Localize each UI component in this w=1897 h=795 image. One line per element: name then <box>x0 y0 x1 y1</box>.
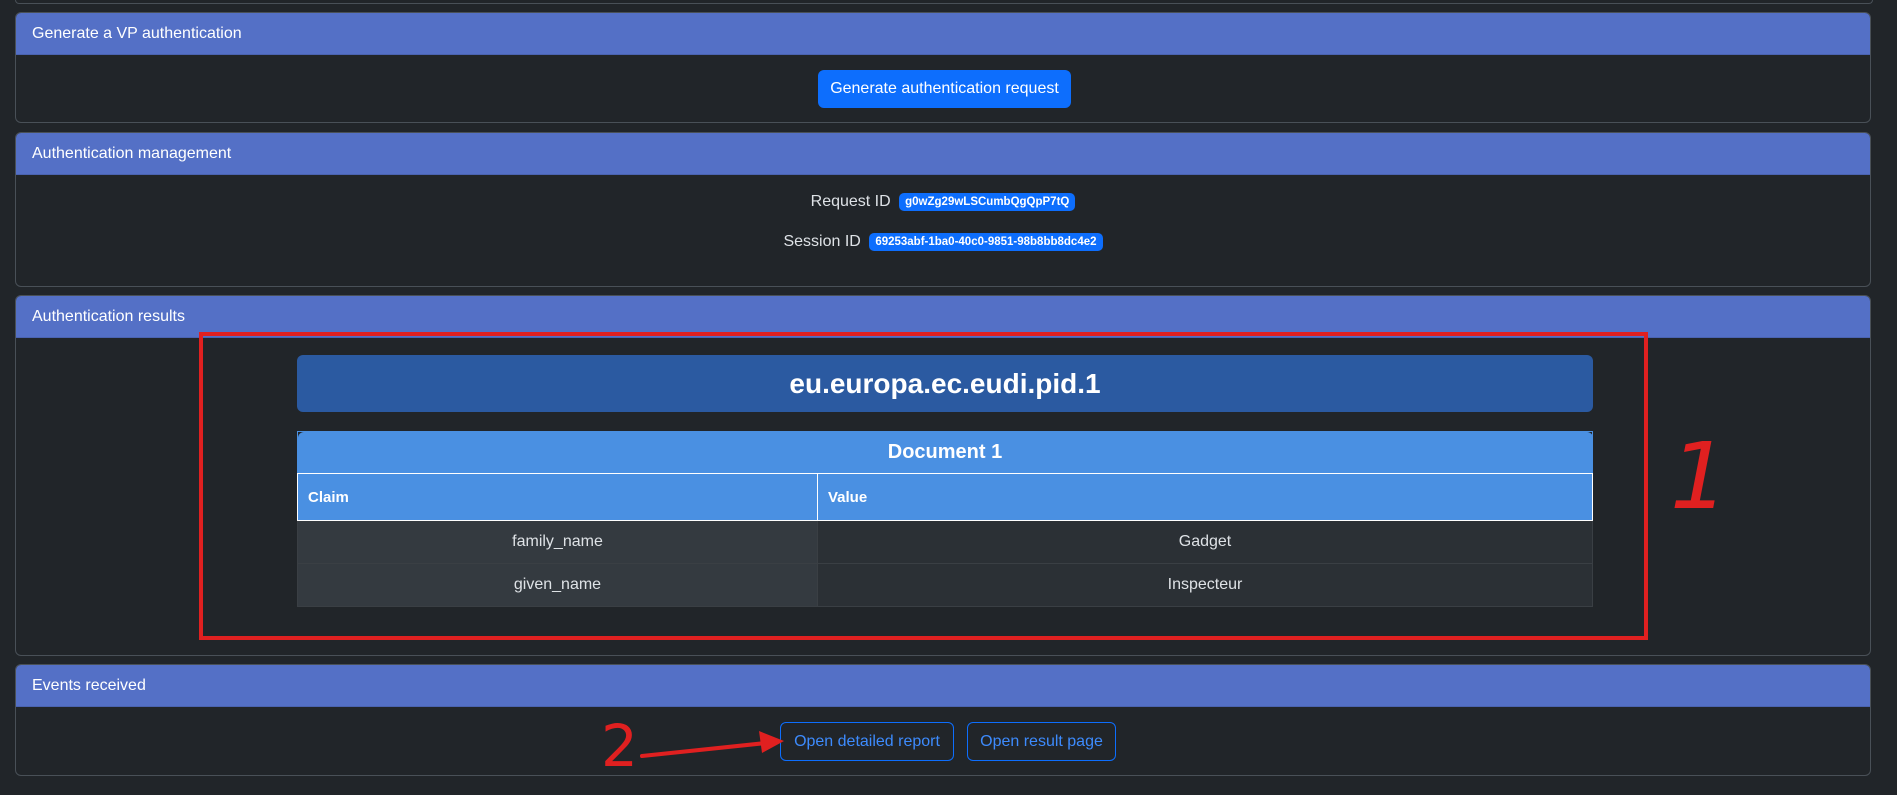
authentication-management-header: Authentication management <box>16 133 1870 175</box>
claims-table: Document 1 Claim Value family_name Gadge… <box>297 431 1593 607</box>
session-id-row: Session ID 69253abf-1ba0-40c0-9851-98b8b… <box>16 233 1870 251</box>
events-received-header: Events received <box>16 665 1870 707</box>
table-row: given_name Inspecteur <box>297 563 1593 607</box>
open-detailed-report-button[interactable]: Open detailed report <box>780 722 954 761</box>
open-result-page-button[interactable]: Open result page <box>967 722 1116 761</box>
request-id-label: Request ID <box>810 193 891 210</box>
generate-vp-card: Generate a VP authentication Generate au… <box>15 12 1871 123</box>
request-id-row: Request ID g0wZg29wLSCumbQgQpP7tQ <box>16 193 1870 211</box>
value-cell: Inspecteur <box>817 563 1593 607</box>
session-id-badge: 69253abf-1ba0-40c0-9851-98b8bb8dc4e2 <box>869 233 1103 251</box>
authentication-results-card: Authentication results eu.europa.ec.eudi… <box>15 295 1871 656</box>
generate-authentication-request-button[interactable]: Generate authentication request <box>818 70 1071 108</box>
claim-cell: given_name <box>297 563 818 607</box>
doc-type-title: eu.europa.ec.eudi.pid.1 <box>297 355 1593 412</box>
page: Generate a VP authentication Generate au… <box>0 0 1897 795</box>
authentication-results-header: Authentication results <box>16 296 1870 338</box>
events-received-card: Events received Open detailed report Ope… <box>15 664 1871 776</box>
value-column-header: Value <box>817 473 1593 521</box>
table-row: family_name Gadget <box>297 520 1593 564</box>
value-cell: Gadget <box>817 520 1593 564</box>
generate-vp-header: Generate a VP authentication <box>16 13 1870 55</box>
authentication-management-card: Authentication management Request ID g0w… <box>15 132 1871 287</box>
previous-card-edge <box>15 0 1873 4</box>
claim-column-header: Claim <box>297 473 818 521</box>
document-title: Document 1 <box>297 431 1593 474</box>
session-id-label: Session ID <box>783 233 861 250</box>
request-id-badge: g0wZg29wLSCumbQgQpP7tQ <box>899 193 1076 211</box>
claim-cell: family_name <box>297 520 818 564</box>
